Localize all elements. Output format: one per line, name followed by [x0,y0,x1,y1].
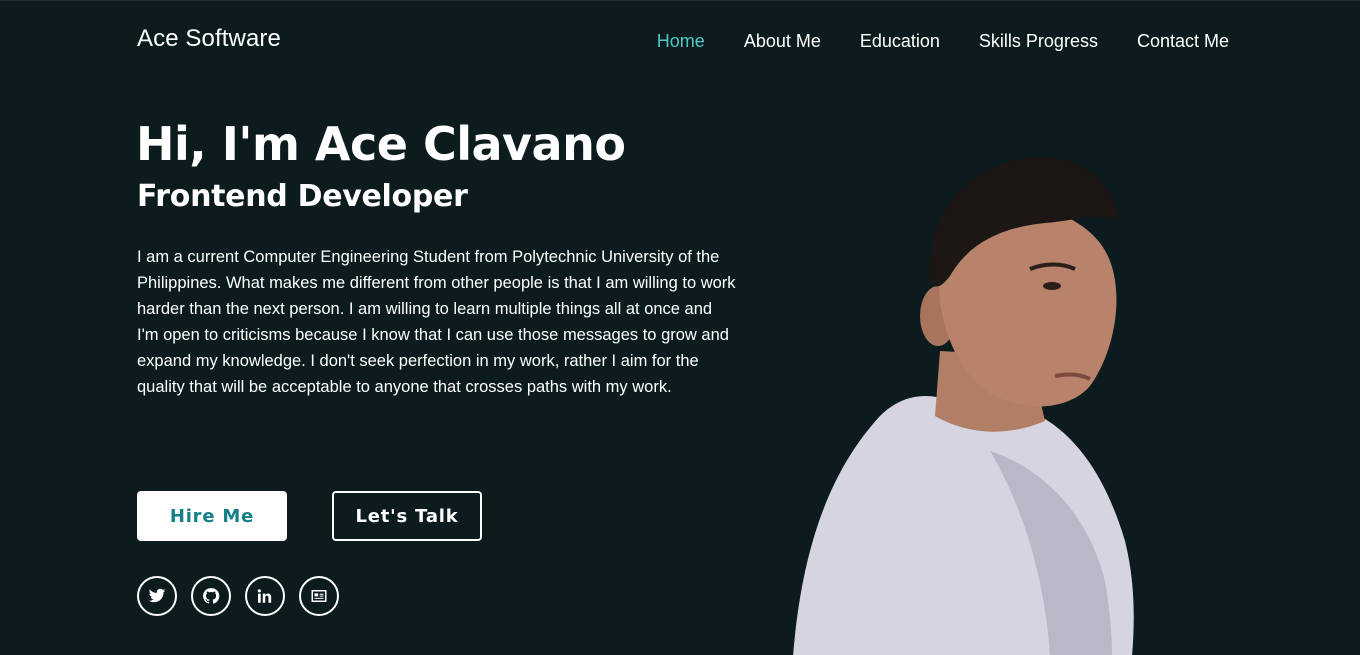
nav-item-skills-progress[interactable]: Skills Progress [979,31,1098,52]
twitter-icon [148,588,166,603]
resume-link[interactable] [299,576,339,616]
nav-item-about-me[interactable]: About Me [744,31,821,52]
nav-item-education[interactable]: Education [860,31,940,52]
linkedin-link[interactable] [245,576,285,616]
linkedin-icon [257,589,272,603]
hero-title: Hi, I'm Ace Clavano [136,117,626,171]
nav-item-home[interactable]: Home [657,31,705,52]
nav-item-contact-me[interactable]: Contact Me [1137,31,1229,52]
social-links [137,576,353,616]
hire-me-button[interactable]: Hire Me [137,491,287,541]
hero-bio: I am a current Computer Engineering Stud… [137,248,736,396]
twitter-link[interactable] [137,576,177,616]
page: Ace Software Home About Me Education Ski… [0,0,1360,655]
github-icon [203,588,220,604]
id-card-icon [311,590,327,602]
github-link[interactable] [191,576,231,616]
profile-photo [793,157,1134,655]
main-nav: Home About Me Education Skills Progress … [618,31,1229,52]
hero-subtitle: Frontend Developer [137,179,468,214]
lets-talk-button[interactable]: Let's Talk [332,491,482,541]
portrait-eye [1043,282,1061,290]
site-logo[interactable]: Ace Software [137,25,281,53]
